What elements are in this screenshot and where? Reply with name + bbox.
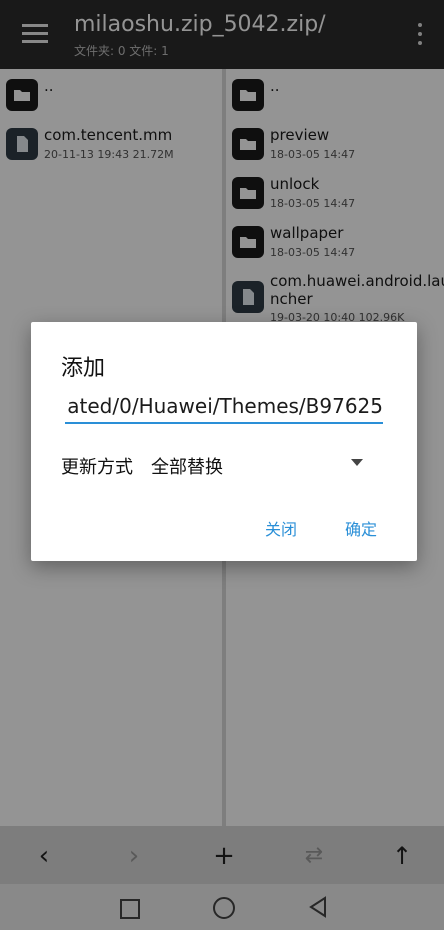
- dialog-title: 添加: [61, 356, 106, 381]
- update-mode-label: 更新方式: [61, 457, 133, 478]
- path-input[interactable]: ated/0/Huawei/Themes/B97625: [65, 394, 383, 424]
- dropdown-arrow-icon[interactable]: [351, 459, 363, 466]
- add-dialog: 添加 ated/0/Huawei/Themes/B97625 更新方式 全部替换…: [31, 322, 417, 561]
- update-mode-select[interactable]: 全部替换: [151, 453, 223, 479]
- close-button[interactable]: 关闭: [265, 516, 297, 540]
- path-input-value: ated/0/Huawei/Themes/B97625: [67, 394, 383, 418]
- ok-button[interactable]: 确定: [345, 516, 377, 540]
